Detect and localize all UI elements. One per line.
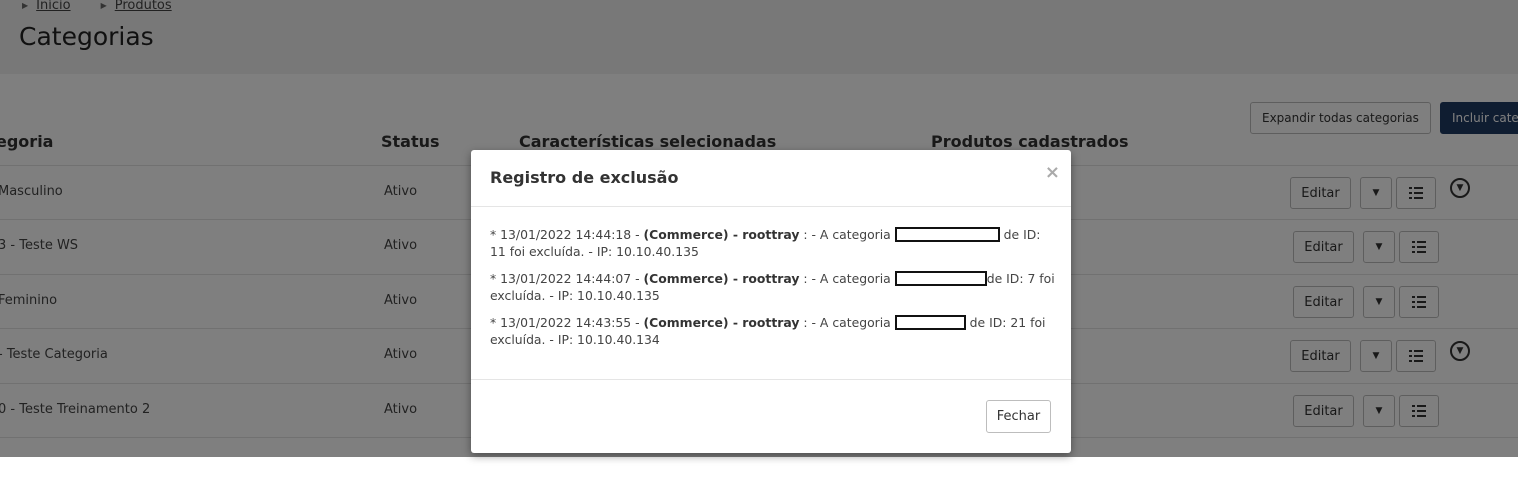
log-entry-source: (Commerce) - roottray xyxy=(643,227,800,242)
log-entry: * 13/01/2022 14:43:55 - (Commerce) - roo… xyxy=(490,314,1055,348)
log-entry-timestamp: * 13/01/2022 14:43:55 - xyxy=(490,315,644,330)
redacted-category-name xyxy=(894,315,966,330)
log-entry-text: : - A categoria xyxy=(799,315,895,330)
modal-body: * 13/01/2022 14:44:18 - (Commerce) - roo… xyxy=(490,226,1055,358)
log-entry: * 13/01/2022 14:44:07 - (Commerce) - roo… xyxy=(490,270,1055,304)
log-entry: * 13/01/2022 14:44:18 - (Commerce) - roo… xyxy=(490,226,1055,260)
redacted-category-name xyxy=(894,271,987,286)
close-icon[interactable]: × xyxy=(1045,164,1060,182)
log-entry-timestamp: * 13/01/2022 14:44:07 - xyxy=(490,271,644,286)
modal-title: Registro de exclusão xyxy=(490,168,679,187)
log-entry-source: (Commerce) - roottray xyxy=(643,315,800,330)
log-entry-text: : - A categoria xyxy=(799,227,895,242)
log-entry-timestamp: * 13/01/2022 14:44:18 - xyxy=(490,227,644,242)
log-entry-text: : - A categoria xyxy=(799,271,895,286)
log-entry-source: (Commerce) - roottray xyxy=(643,271,800,286)
modal-header: Registro de exclusão × xyxy=(471,150,1071,207)
modal-footer: Fechar xyxy=(471,379,1071,453)
deletion-log-modal: Registro de exclusão × * 13/01/2022 14:4… xyxy=(471,150,1071,453)
redacted-category-name xyxy=(894,227,1000,242)
close-button[interactable]: Fechar xyxy=(986,400,1051,433)
